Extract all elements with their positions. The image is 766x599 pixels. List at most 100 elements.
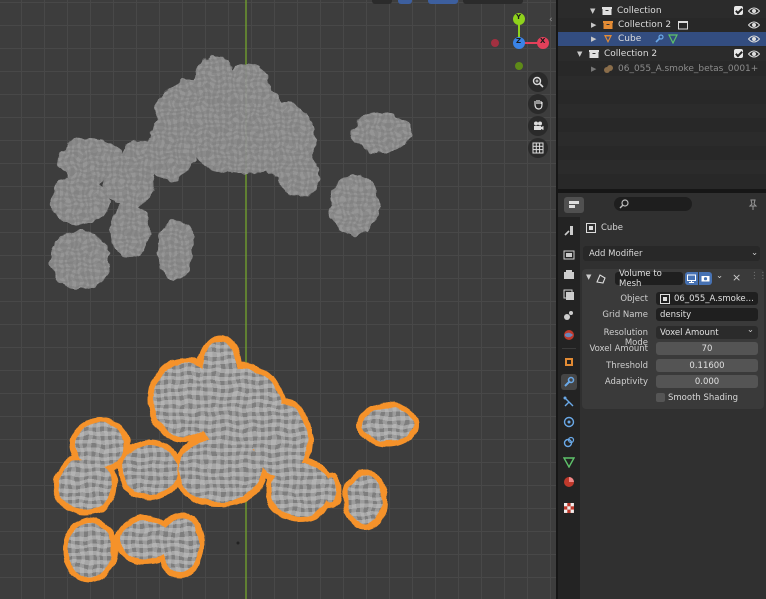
- gizmo-z-label: Z: [516, 37, 522, 45]
- grid-view-icon[interactable]: [528, 138, 548, 158]
- collection-color-icon: [603, 21, 613, 29]
- outliner-empty-row: [558, 76, 766, 90]
- expand-arrow-icon[interactable]: ▶: [591, 65, 596, 73]
- physics-tab-icon[interactable]: [561, 414, 577, 430]
- modifier-tab-icon[interactable]: [561, 374, 577, 390]
- outliner-row-collection[interactable]: ▼ Collection: [558, 4, 766, 18]
- voxel-amount-field[interactable]: 70: [656, 342, 758, 355]
- output-tab-icon[interactable]: [561, 267, 577, 283]
- camera-icon[interactable]: [528, 116, 548, 136]
- grid-name-label: Grid Name: [602, 310, 648, 320]
- viewport-scene: [50, 0, 419, 599]
- outliner-label: 06_055_A.smoke_betas_0001+: [618, 64, 759, 74]
- add-modifier-label: Add Modifier: [589, 249, 643, 259]
- volume-object-icon: [604, 65, 613, 73]
- object-value: 06_055_A.smoke...: [674, 293, 754, 304]
- constraints-tab-icon[interactable]: [561, 434, 577, 450]
- exclude-checkbox[interactable]: [734, 6, 743, 15]
- mesh-object-icon: [604, 35, 612, 43]
- wrench-icon[interactable]: [654, 34, 664, 44]
- add-modifier-dropdown[interactable]: Add Modifier ⌄: [583, 246, 760, 261]
- outliner-row-volume[interactable]: ▶ 06_055_A.smoke_betas_0001+: [558, 62, 766, 76]
- header-button[interactable]: [398, 0, 412, 4]
- expand-arrow-icon[interactable]: ▶: [591, 35, 596, 43]
- threshold-field[interactable]: 0.11600: [656, 359, 758, 372]
- visibility-eye-icon[interactable]: [748, 35, 760, 43]
- object-tab-icon[interactable]: [561, 354, 577, 370]
- modifier-name-field[interactable]: Volume to Mesh: [615, 269, 683, 289]
- gizmo-x-label: X: [540, 37, 546, 45]
- outliner-empty-row: [558, 160, 766, 174]
- threshold-label: Threshold: [606, 361, 648, 371]
- object-icon: [586, 223, 596, 233]
- show-in-viewport-toggle[interactable]: [685, 272, 698, 285]
- chevron-down-icon: ⌄: [746, 325, 754, 335]
- expand-arrow-icon[interactable]: ▶: [591, 21, 596, 29]
- chevron-down-icon: ⌄: [751, 248, 759, 258]
- mesh-object: [52, 335, 419, 583]
- object-label: Object: [620, 294, 648, 304]
- 3d-viewport[interactable]: ‹ Y Z X: [0, 0, 556, 599]
- modifier-panel: ▼ Volume to Mesh ⌄ × ⋮⋮ Object 06_055_A.…: [582, 269, 766, 409]
- properties-panel: Cube Add Modifier ⌄ ▼ Volume to Mesh ⌄ ×…: [580, 217, 766, 599]
- material-tab-icon[interactable]: [561, 474, 577, 490]
- search-icon: [619, 199, 629, 209]
- expand-arrow-icon[interactable]: ▼: [577, 50, 582, 58]
- pin-icon[interactable]: [748, 199, 758, 211]
- smooth-shading-checkbox[interactable]: [656, 393, 665, 402]
- outliner-row-collection-2[interactable]: ▶ Collection 2: [558, 18, 766, 32]
- close-icon[interactable]: ×: [732, 271, 741, 284]
- voxel-amount-value: 70: [701, 343, 713, 354]
- shading-buttons[interactable]: [463, 0, 523, 4]
- collapse-arrow-icon[interactable]: ▼: [586, 273, 591, 281]
- outliner-label: Collection: [617, 6, 662, 16]
- collection-icon: [589, 50, 599, 58]
- pan-hand-icon[interactable]: [528, 94, 548, 114]
- show-in-render-toggle[interactable]: [699, 272, 712, 285]
- outliner-panel: ▼ Collection ▶ Collection 2 ▶ Cube ▼ Col…: [558, 0, 766, 189]
- zoom-icon[interactable]: [528, 72, 548, 92]
- chevron-down-icon[interactable]: ⌄: [716, 271, 723, 281]
- visibility-eye-icon[interactable]: [748, 50, 760, 58]
- camera-render-icon: [701, 276, 710, 282]
- adaptivity-label: Adaptivity: [604, 377, 648, 387]
- outliner-label: Cube: [618, 34, 642, 44]
- monitor-icon: [687, 274, 696, 283]
- outliner-empty-row: [558, 132, 766, 146]
- grid-name-field[interactable]: density: [656, 308, 758, 321]
- drag-handle-icon[interactable]: ⋮⋮: [750, 271, 766, 281]
- origin-point: [236, 541, 240, 545]
- tool-tab-icon[interactable]: [561, 223, 577, 239]
- editor-type-button[interactable]: [564, 197, 584, 213]
- header-button[interactable]: [428, 0, 458, 4]
- texture-tab-icon[interactable]: [561, 500, 577, 516]
- mesh-data-icon[interactable]: [668, 34, 678, 44]
- object-icon: [660, 293, 670, 304]
- tab-separator: [562, 348, 576, 349]
- resolution-mode-dropdown[interactable]: Voxel Amount ⌄: [656, 325, 758, 339]
- smoke-volume: [50, 55, 412, 290]
- view-layer-tab-icon[interactable]: [561, 287, 577, 303]
- outliner-row-cube[interactable]: ▶ Cube: [558, 32, 766, 46]
- particles-tab-icon[interactable]: [561, 394, 577, 410]
- world-tab-icon[interactable]: [561, 327, 577, 343]
- scene-tab-icon[interactable]: [561, 307, 577, 323]
- header-button[interactable]: [372, 0, 392, 4]
- render-tab-icon[interactable]: [561, 247, 577, 263]
- instance-icon: [678, 21, 688, 30]
- visibility-eye-icon[interactable]: [748, 21, 760, 29]
- voxel-amount-label: Voxel Amount: [589, 344, 648, 354]
- resolution-mode-value: Voxel Amount: [660, 327, 719, 338]
- adaptivity-value: 0.000: [694, 376, 720, 387]
- object-field[interactable]: 06_055_A.smoke...: [656, 292, 758, 305]
- visibility-eye-icon[interactable]: [748, 7, 760, 15]
- search-input[interactable]: [614, 197, 692, 211]
- expand-arrow-icon[interactable]: ▼: [590, 7, 595, 15]
- outliner-row-collection-2b[interactable]: ▼ Collection 2: [558, 47, 766, 61]
- exclude-checkbox[interactable]: [734, 49, 743, 58]
- data-tab-icon[interactable]: [561, 454, 577, 470]
- outliner-label: Collection 2: [604, 49, 658, 59]
- smooth-shading-label: Smooth Shading: [668, 393, 739, 403]
- properties-header: [558, 193, 766, 217]
- adaptivity-field[interactable]: 0.000: [656, 375, 758, 388]
